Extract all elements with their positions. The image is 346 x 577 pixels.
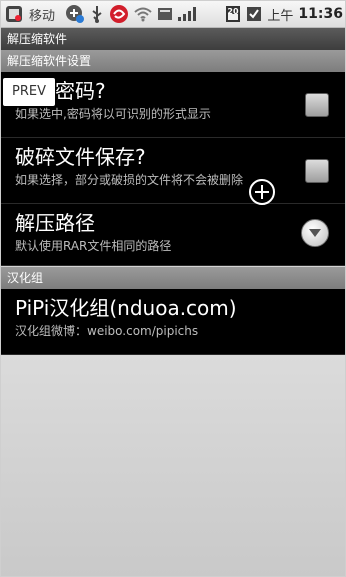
checkbox-notification-icon (246, 6, 262, 22)
save-broken-files-checkbox[interactable] (305, 159, 329, 183)
zoom-in-icon[interactable] (249, 179, 275, 205)
pref-summary: 默认使用RAR文件相同的路径 (15, 239, 172, 253)
show-password-checkbox[interactable] (305, 93, 329, 117)
message-icon (157, 6, 173, 22)
pref-summary: 汉化组微博：weibo.com/pipichs (15, 324, 199, 338)
pref-title: PiPi汉化组(nduoa.com) (15, 296, 237, 320)
category-header-label: 汉化组 (7, 271, 44, 285)
wifi-icon (133, 6, 153, 22)
pref-title: 解压路径 (15, 211, 95, 235)
chevron-down-icon[interactable] (301, 219, 329, 247)
category-header-label: 解压缩软件设置 (7, 54, 92, 68)
category-header-settings: 解压缩软件设置 (1, 50, 345, 72)
clock-time: 11:36 (298, 6, 343, 22)
app-title: 解压缩软件 (7, 32, 68, 46)
pref-summary: 如果选择，部分或破损的文件将不会被删除 (15, 173, 244, 187)
red-swirl-app-icon (109, 4, 129, 24)
pref-summary: 如果选中,密码将以可识别的形式显示 (15, 107, 211, 121)
app-title-bar: 解压缩软件 (1, 28, 345, 50)
carrier-name: 移动 (29, 8, 56, 24)
signal-strength-icon (177, 6, 197, 22)
pref-translation-group[interactable]: PiPi汉化组(nduoa.com) 汉化组微博：weibo.com/pipic… (1, 289, 345, 355)
notification-app-icon (5, 5, 23, 23)
status-bar-right: 20 上午 11:36 (225, 1, 343, 27)
category-header-translation-group: 汉化组 (1, 267, 345, 289)
status-bar-left: 移动 (1, 4, 197, 24)
empty-background (1, 355, 345, 576)
battery-icon: 20 (225, 5, 241, 23)
battery-level-text: 20 (227, 7, 239, 16)
status-bar: 移动 20 上午 11:36 (1, 1, 345, 28)
gps-plus-icon (65, 4, 85, 24)
pref-save-broken-files[interactable]: 破碎文件保存? 如果选择，部分或破损的文件将不会被删除 (1, 138, 345, 204)
app-screen: 移动 20 上午 11:36 解压缩软件 解压缩软件设置 显示密码? 如果选中,… (0, 0, 346, 577)
pref-extract-path[interactable]: 解压路径 默认使用RAR文件相同的路径 (1, 204, 345, 266)
prev-button[interactable]: PREV (3, 78, 55, 106)
pref-title: 破碎文件保存? (15, 145, 146, 169)
clock-ampm: 上午 (267, 8, 294, 24)
usb-icon (89, 5, 105, 23)
